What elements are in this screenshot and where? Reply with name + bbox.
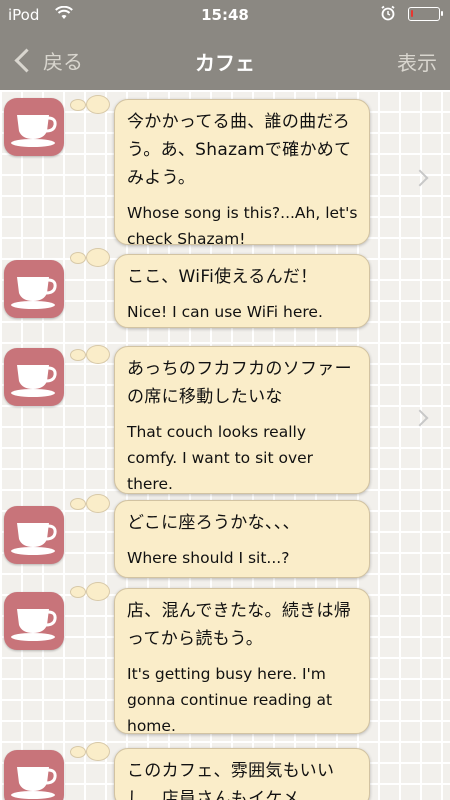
thought-dot	[86, 494, 110, 513]
thought-dot	[70, 746, 86, 758]
thought-dot	[70, 252, 86, 264]
thought-dot	[70, 349, 86, 361]
japanese-phrase: ここ、WiFi使えるんだ！	[127, 267, 318, 287]
japanese-phrase: このカフェ、雰囲気もいいし、店員さんもイケメ	[127, 761, 335, 800]
thought-dot	[86, 582, 110, 601]
english-phrase: Whose song is this?...Ah, let's check Sh…	[127, 204, 358, 248]
thought-dot	[70, 99, 86, 111]
chevron-right-icon	[411, 409, 429, 427]
phrase-bubble[interactable]: どこに座ろうかな、、、 Where should I sit...?	[114, 500, 370, 578]
navigation-bar: 戻る カフェ 表示	[0, 30, 450, 90]
alarm-clock-icon	[380, 5, 396, 25]
coffee-cup-icon	[4, 348, 64, 406]
japanese-phrase: あっちのフカフカのソファーの席に移動したいな	[127, 359, 352, 407]
phrase-bubble[interactable]: あっちのフカフカのソファーの席に移動したいな That couch looks …	[114, 346, 370, 494]
japanese-phrase: 今かかってる曲、誰の曲だろう。あ、Shazamで確かめてみよう。	[127, 112, 352, 188]
thought-dot	[70, 498, 86, 510]
coffee-cup-icon	[4, 98, 64, 156]
coffee-cup-icon	[4, 260, 64, 318]
coffee-cup-icon	[4, 506, 64, 564]
thought-dot	[70, 586, 86, 598]
thought-dot	[86, 248, 110, 267]
japanese-phrase: どこに座ろうかな、、、	[127, 513, 300, 533]
battery-icon	[408, 7, 443, 21]
english-phrase: It's getting busy here. I'm gonna contin…	[127, 665, 333, 735]
phrase-bubble[interactable]: ここ、WiFi使えるんだ！ Nice! I can use WiFi here.	[114, 254, 370, 328]
phrase-bubble[interactable]: このカフェ、雰囲気もいいし、店員さんもイケメ	[114, 748, 370, 800]
battery-level-fill	[411, 10, 413, 17]
thought-dot	[86, 95, 110, 114]
display-button[interactable]: 表示	[397, 47, 437, 76]
coffee-cup-icon	[4, 750, 64, 800]
phrase-bubble[interactable]: 今かかってる曲、誰の曲だろう。あ、Shazamで確かめてみよう。 Whose s…	[114, 99, 370, 248]
thought-dot	[86, 742, 110, 761]
thought-dot	[86, 345, 110, 364]
phrase-list[interactable]: 今かかってる曲、誰の曲だろう。あ、Shazamで確かめてみよう。 Whose s…	[0, 90, 450, 800]
page-title: カフェ	[195, 51, 255, 75]
coffee-cup-icon	[4, 592, 64, 650]
english-phrase: That couch looks really comfy. I want to…	[127, 423, 314, 493]
status-bar: iPod 15:48	[0, 0, 450, 30]
english-phrase: Where should I sit...?	[127, 549, 290, 567]
chevron-right-icon	[411, 169, 429, 187]
english-phrase: Nice! I can use WiFi here.	[127, 303, 323, 321]
japanese-phrase: 店、混んできたな。続きは帰ってから読もう。	[127, 601, 352, 649]
phrase-bubble[interactable]: 店、混んできたな。続きは帰ってから読もう。 It's getting busy …	[114, 588, 370, 735]
